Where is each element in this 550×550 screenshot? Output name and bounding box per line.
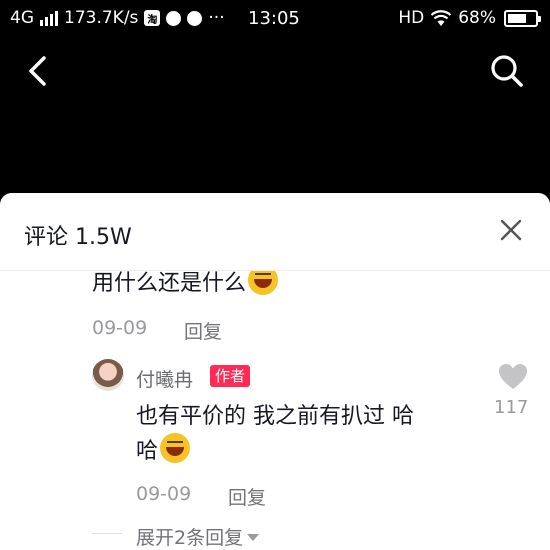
heart-icon[interactable] (498, 363, 528, 391)
reply-button[interactable]: 回复 (228, 483, 266, 510)
status-bar: 4G 173.7K/s 淘 ··· 13:05 HD 68% (0, 0, 550, 38)
status-left: 4G 173.7K/s 淘 ··· (10, 8, 225, 28)
close-icon[interactable] (498, 217, 524, 243)
more-notifications: ··· (208, 8, 225, 28)
comment-sheet: 评论 1.5W 用什么还是什么 09-09 回复 付曦冉 作者 也有平价的 我之… (0, 193, 550, 550)
search-icon[interactable] (490, 54, 524, 88)
message-notification-icon (187, 10, 203, 26)
battery-percent: 68% (458, 8, 496, 28)
reply-text-line-2: 哈 (136, 433, 191, 471)
divider (92, 533, 122, 534)
network-type: 4G (10, 8, 34, 28)
taobao-icon: 淘 (144, 10, 161, 26)
hd-indicator: HD (398, 8, 425, 28)
reply-date: 09-09 (136, 483, 192, 505)
reply-button[interactable]: 回复 (184, 317, 222, 344)
avatar[interactable] (92, 359, 124, 391)
clock: 13:05 (248, 8, 300, 29)
comment-sheet-header: 评论 1.5W (0, 193, 550, 271)
like-count: 117 (494, 397, 529, 418)
reply-text-line-1: 也有平价的 我之前有扒过 哈 (136, 404, 414, 429)
app-notification-icon (166, 10, 182, 26)
expand-replies-button[interactable]: 展开2条回复 (136, 523, 260, 550)
reply-text-line-2-content: 哈 (136, 439, 159, 464)
caret-down-icon (247, 534, 260, 541)
comment-date: 09-09 (92, 317, 148, 339)
reply-username[interactable]: 付曦冉 (136, 365, 193, 392)
network-speed: 173.7K/s (64, 8, 139, 28)
battery-icon (504, 9, 541, 27)
laughing-emoji-icon (160, 433, 191, 463)
author-badge: 作者 (210, 365, 251, 387)
comment-count-title: 评论 1.5W (24, 225, 132, 250)
chevron-left-icon[interactable] (24, 54, 50, 88)
status-right: HD 68% (398, 8, 541, 28)
expand-replies-label: 展开2条回复 (136, 527, 244, 549)
signal-icon (40, 10, 58, 26)
wifi-icon (430, 10, 452, 26)
comment-text-content: 用什么还是什么 (92, 271, 247, 296)
